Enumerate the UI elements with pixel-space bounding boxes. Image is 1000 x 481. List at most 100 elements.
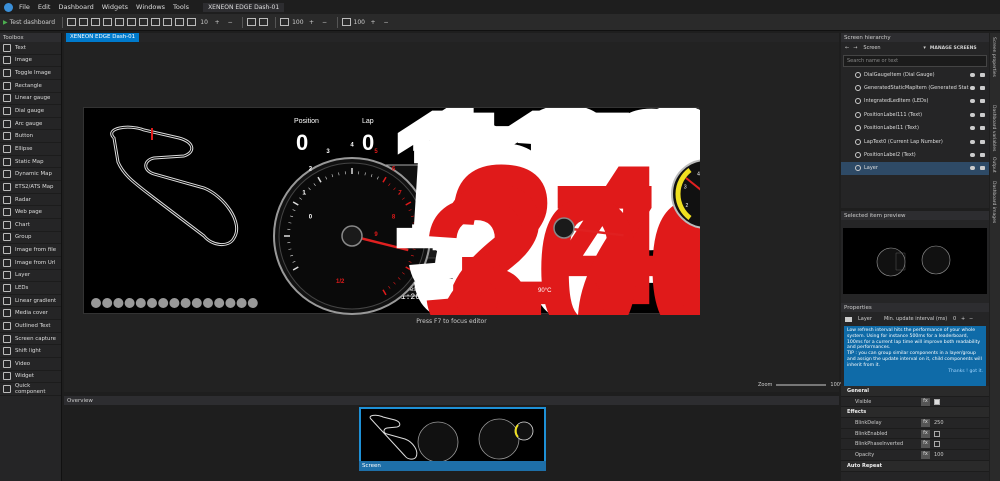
lock-icon[interactable] <box>980 139 985 144</box>
menu-windows[interactable]: Windows <box>136 3 165 11</box>
menu-edit[interactable]: Edit <box>38 3 51 11</box>
hierarchy-item[interactable]: DialGaugeItem (Dial Gauge) <box>841 68 989 81</box>
tool-group[interactable]: Group <box>0 232 61 245</box>
menu-widgets[interactable]: Widgets <box>102 3 128 11</box>
size-value[interactable]: 10 <box>199 17 209 27</box>
tool-ets2-ats-map[interactable]: ETS2/ATS Map <box>0 181 61 194</box>
tool-media-cover[interactable]: Media cover <box>0 307 61 321</box>
tool-linear-gauge[interactable]: Linear gauge <box>0 93 61 106</box>
blink-delay-value[interactable]: 250 <box>934 420 944 426</box>
zoom1-minus-button[interactable]: − <box>320 17 330 27</box>
menu-file[interactable]: File <box>19 3 30 11</box>
fx-icon[interactable]: fx <box>921 429 930 438</box>
lock-icon[interactable] <box>163 18 173 26</box>
menu-tools[interactable]: Tools <box>173 3 189 11</box>
distribute-h-icon[interactable] <box>139 18 149 26</box>
link-icon[interactable] <box>247 18 257 26</box>
search-input[interactable]: Search name or text <box>847 58 898 64</box>
eye-icon[interactable] <box>970 72 975 77</box>
fx-icon[interactable]: fx <box>921 418 930 427</box>
min-update-value[interactable]: 0 <box>953 316 956 322</box>
tool-quick-component[interactable]: Quick component <box>0 383 61 396</box>
frame-icon[interactable] <box>259 18 269 26</box>
tool-image[interactable]: Image <box>0 55 61 68</box>
tool-arc-gauge[interactable]: Arc gauge <box>0 118 61 131</box>
blink-enabled-checkbox[interactable] <box>934 430 940 437</box>
align-bottom-icon[interactable] <box>127 18 137 26</box>
min-update-plus[interactable]: + <box>961 316 965 322</box>
group-auto-repeat[interactable]: Auto Repeat <box>841 460 989 472</box>
tool-rectangle[interactable]: Rectangle <box>0 80 61 93</box>
hierarchy-item[interactable]: LapText0 (Current Lap Number) <box>841 135 989 148</box>
side-tab-output[interactable]: Output <box>991 157 996 173</box>
screen-select[interactable]: Screen <box>863 45 923 51</box>
eye-icon[interactable] <box>970 153 975 158</box>
visible-checkbox[interactable] <box>934 398 940 405</box>
tool-leds[interactable]: LEDs <box>0 282 61 295</box>
tool-chart[interactable]: Chart <box>0 219 61 232</box>
min-update-minus[interactable]: − <box>969 316 973 322</box>
eye-icon[interactable] <box>970 112 975 117</box>
align-left-icon[interactable] <box>67 18 77 26</box>
hierarchy-item[interactable]: Layer <box>841 161 989 176</box>
zoom2-plus-button[interactable]: + <box>368 17 378 27</box>
side-tab-screen-properties[interactable]: Screen properties <box>991 37 996 77</box>
test-dashboard-button[interactable]: ▶ Test dashboard <box>3 17 55 27</box>
lock-icon[interactable] <box>980 72 985 77</box>
grid-icon[interactable] <box>187 18 197 26</box>
tool-toggle-image[interactable]: Toggle Image <box>0 67 61 80</box>
opacity-value[interactable]: 100 <box>934 452 944 458</box>
tool-video[interactable]: Video <box>0 358 61 371</box>
menu-dashboard[interactable]: Dashboard <box>58 3 93 11</box>
group-general[interactable]: General <box>841 386 989 397</box>
tab-dashboard[interactable]: XENEON EDGE Dash-01 <box>66 33 140 42</box>
eye-icon[interactable] <box>970 139 975 144</box>
side-tab-dashboard-images[interactable]: Dashboard images <box>991 181 996 223</box>
lock-icon[interactable] <box>980 86 985 91</box>
back-arrow-icon[interactable]: ← <box>845 45 849 51</box>
tool-outlined-text[interactable]: Outlined Text <box>0 320 61 333</box>
zoom-slider[interactable] <box>776 384 827 386</box>
size-plus-button[interactable]: + <box>212 17 222 27</box>
zoom-value-2[interactable]: 100 <box>354 17 365 27</box>
lock-icon[interactable] <box>980 112 985 117</box>
tool-widget[interactable]: Widget <box>0 371 61 384</box>
eye-icon[interactable] <box>970 166 975 171</box>
tool-shift-light[interactable]: Shift light <box>0 345 61 359</box>
tool-dynamic-map[interactable]: Dynamic Map <box>0 168 61 182</box>
dropdown-chevron-icon[interactable]: ▾ <box>923 45 926 51</box>
tool-button[interactable]: Button <box>0 130 61 144</box>
hierarchy-item[interactable]: PositionLabel111 (Text) <box>841 108 989 121</box>
distribute-v-icon[interactable] <box>151 18 161 26</box>
side-tab-dashboard-variables[interactable]: Dashboard variables <box>991 105 996 151</box>
tool-layer[interactable]: Layer <box>0 270 61 283</box>
hierarchy-search[interactable]: Search name or text <box>843 55 987 67</box>
tool-radar[interactable]: Radar <box>0 194 61 207</box>
eye-icon[interactable] <box>970 99 975 104</box>
blink-phase-checkbox[interactable] <box>934 441 940 448</box>
align-center-icon[interactable] <box>79 18 89 26</box>
hierarchy-item[interactable]: PositionLabel11 (Text) <box>841 122 989 135</box>
unlock-icon[interactable] <box>175 18 185 26</box>
align-top-icon[interactable] <box>103 18 113 26</box>
hierarchy-item[interactable]: GeneratedStaticMapItem (Generated Stat <box>841 81 989 94</box>
hierarchy-item[interactable]: IntegratedLedItem (LEDs) <box>841 95 989 108</box>
tool-web-page[interactable]: Web page <box>0 206 61 219</box>
manage-screens-button[interactable]: MANAGE SCREENS <box>930 46 977 51</box>
lock-icon[interactable] <box>980 126 985 131</box>
zoom1-plus-button[interactable]: + <box>307 17 317 27</box>
tool-static-map[interactable]: Static Map <box>0 156 61 169</box>
eye-icon[interactable] <box>970 126 975 131</box>
tool-linear-gradient[interactable]: Linear gradient <box>0 295 61 308</box>
dashboard-canvas[interactable]: Position 0 Lap 0 Gap -- Current Lap 01:2… <box>83 107 700 315</box>
align-right-icon[interactable] <box>91 18 101 26</box>
lock-icon[interactable] <box>980 99 985 104</box>
tool-text[interactable]: Text <box>0 42 61 55</box>
tip-dismiss-button[interactable]: Thanks ! got it. <box>847 369 983 375</box>
align-middle-icon[interactable] <box>115 18 125 26</box>
tool-image-from-file[interactable]: Image from file <box>0 244 61 257</box>
lock-icon[interactable] <box>980 166 985 171</box>
tool-image-from-url[interactable]: Image from Url <box>0 257 61 270</box>
size-minus-button[interactable]: − <box>225 17 235 27</box>
lock-icon[interactable] <box>980 153 985 158</box>
